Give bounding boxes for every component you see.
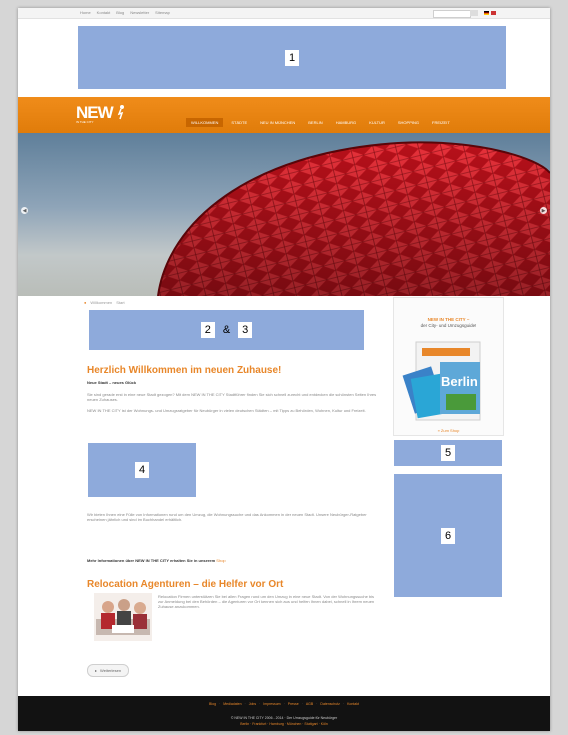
page-title: Herzlich Willkommen im neuen Zuhause! [87,365,282,376]
book-city-title: Berlin [441,374,478,389]
slider-prev-button[interactable]: ◀ [21,207,28,214]
placeholder-6: 6 [394,474,502,597]
placeholder-ampersand: & [222,324,231,336]
read-more-button[interactable]: ▸ Weiterlesen [87,664,130,677]
footer-link-kontakt[interactable]: Kontakt [347,702,359,706]
chevron-right-icon: ▸ [95,668,98,673]
top-link-contact[interactable]: Kontakt [97,10,111,16]
footer-link-presse[interactable]: Presse [288,702,299,706]
stadium-illustration [157,141,550,296]
top-links: Home Kontakt Blog Newsletter Sitemap [80,10,170,16]
nav-item-freizeit[interactable]: Freizeit [427,118,455,127]
page: Home Kontakt Blog Newsletter Sitemap 1 N… [18,8,550,731]
nav-item-neu-in-muenchen[interactable]: Neu in München [255,118,300,127]
info-text: Mehr Informationen über NEW IN THE CITY … [87,558,216,563]
paragraph-1: Sie sind gerade erst in eine neue Stadt … [87,392,377,402]
main-navigation: Willkommen Städte Neu in München Berlin … [186,118,455,127]
english-flag-icon[interactable] [491,11,496,15]
placeholder-4: 4 [88,443,196,497]
book-title-line-1: NEW IN THE CITY – [427,317,470,322]
footer-link-blog[interactable]: Blog [209,702,216,706]
home-icon[interactable]: ● [84,300,86,305]
nav-item-kultur[interactable]: Kultur [364,118,390,127]
book-title-line-2: der City- und Umzugsguide! [420,323,477,328]
footer-link-datenschutz[interactable]: Datenschutz [320,702,339,706]
placeholder-label-4: 4 [134,462,150,478]
footer-link-mediadaten[interactable]: Mediadaten [223,702,241,706]
search-input[interactable] [433,10,471,18]
placeholder-1: 1 [78,26,506,89]
nav-item-shopping[interactable]: Shopping [393,118,424,127]
footer-link-agb[interactable]: AGB [306,702,313,706]
footer-cities: Berlin · Frankfurt · Hamburg · München ·… [240,722,328,726]
book-advertisement[interactable]: NEW IN THE CITY – der City- und Umzugsgu… [393,297,504,436]
german-flag-icon[interactable] [484,11,489,15]
breadcrumb-item-willkommen[interactable]: Willkommen [90,300,112,305]
paragraph-relocation: Relocation Firmen unterstützen Sie bei a… [158,594,375,609]
nav-item-staedte[interactable]: Städte [226,118,252,127]
top-link-blog[interactable]: Blog [116,10,124,16]
shop-link[interactable]: Shop [216,558,225,563]
breadcrumb-item-start: Start [116,300,125,305]
placeholder-2-3: 2 & 3 [89,310,364,350]
placeholder-label-1: 1 [284,49,300,66]
info-line: Mehr Informationen über NEW IN THE CITY … [87,558,226,563]
nav-item-hamburg[interactable]: Hamburg [331,118,361,127]
nav-item-willkommen[interactable]: Willkommen [186,118,224,127]
agency-people-photo [94,593,152,641]
placeholder-5: 5 [394,440,502,466]
read-more-label: Weiterlesen [100,668,122,673]
footer-link-impressum[interactable]: Impressum [263,702,280,706]
placeholder-label-6: 6 [440,527,456,544]
slider-next-button[interactable]: ▶ [540,207,547,214]
paragraph-3: Wir bieten Ihnen eine Fülle von Informat… [87,512,367,522]
top-link-home[interactable]: Home [80,10,91,16]
footer-links: Blog · Mediadaten · Jobs · Impressum · Press… [209,702,359,706]
top-link-sitemap[interactable]: Sitemap [155,10,170,16]
placeholder-label-3: 3 [238,322,253,338]
book-shop-link[interactable]: » Zum Shop [394,428,503,433]
footer-link-jobs[interactable]: Jobs [249,702,256,706]
breadcrumb: ● Willkommen Start [84,300,125,305]
intro-text: Neue Stadt – neues Glück [87,380,137,385]
top-link-newsletter[interactable]: Newsletter [130,10,149,16]
paragraph-2: NEW IN THE CITY ist der Wohnungs- und Um… [87,408,366,413]
logo-subtitle: IN THE CITY [76,120,94,124]
nav-item-berlin[interactable]: Berlin [303,118,327,127]
footer-copyright: © NEW IN THE CITY 2006 - 2014 · Der Umzu… [230,716,338,720]
hero-slider-image [18,133,550,296]
placeholder-label-5: 5 [440,445,456,461]
search-button[interactable] [470,10,478,16]
placeholder-label-2: 2 [200,322,215,338]
section-title-relocation: Relocation Agenturen – die Helfer vor Or… [87,579,284,590]
logo-figure-icon [117,105,124,120]
